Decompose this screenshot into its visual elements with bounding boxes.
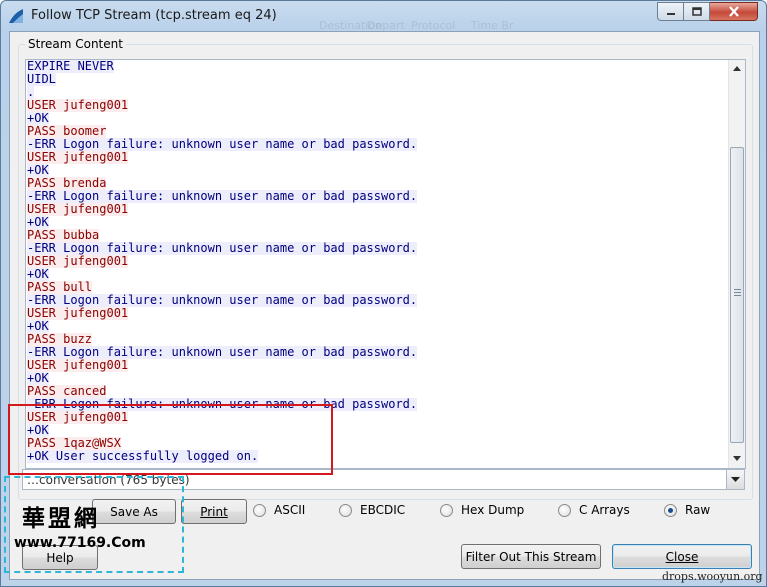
close-icon — [728, 6, 739, 17]
chevron-down-icon — [731, 477, 740, 482]
format-label: ASCII — [274, 503, 306, 517]
scrollbar-thumb[interactable] — [730, 147, 744, 443]
client-stream-line: USER jufeng001 — [26, 151, 728, 164]
filter-out-label: Filter Out This Stream — [465, 549, 597, 564]
print-button[interactable]: Print — [181, 499, 247, 524]
close-button[interactable]: Close — [612, 544, 752, 569]
stream-lines: EXPIRE NEVER UIDL. USER jufeng001 +OK PASS b… — [26, 60, 728, 463]
client-stream-line: USER jufeng001 — [26, 203, 728, 216]
title-bar[interactable]: Follow TCP Stream (tcp.stream eq 24) Des… — [1, 1, 767, 32]
server-stream-line: . — [26, 86, 728, 99]
maximize-button[interactable] — [684, 2, 710, 21]
window-controls — [657, 2, 760, 21]
server-stream-line: UIDL — [26, 73, 728, 86]
filter-out-stream-button[interactable]: Filter Out This Stream — [461, 544, 601, 569]
radio-indicator — [339, 503, 352, 517]
maximize-icon — [691, 7, 702, 16]
format-radio-raw[interactable]: Raw — [664, 502, 710, 518]
server-stream-line: +OK — [26, 320, 728, 333]
server-stream-line: +OK — [26, 216, 728, 229]
close-window-button[interactable] — [710, 2, 758, 21]
grip-line — [734, 289, 741, 290]
server-stream-line: +OK — [26, 164, 728, 177]
watermark-logo: 華盟網 — [22, 505, 100, 532]
radio-indicator — [440, 503, 453, 517]
server-stream-line: -ERR Logon failure: unknown user name or… — [26, 190, 728, 203]
scroll-up-button[interactable] — [729, 60, 745, 77]
watermark-url: www.77169.Com — [14, 535, 146, 551]
scroll-down-button[interactable] — [729, 450, 745, 467]
format-radio-hex-dump[interactable]: Hex Dump — [440, 502, 524, 518]
format-radio-ebcdic[interactable]: EBCDIC — [339, 502, 405, 518]
window-title: Follow TCP Stream (tcp.stream eq 24) — [31, 8, 277, 23]
radio-indicator-selected — [664, 503, 677, 517]
minimize-button[interactable] — [657, 2, 684, 21]
format-radio-c-arrays[interactable]: C Arrays — [558, 502, 630, 518]
client-stream-line: USER jufeng001 — [26, 359, 728, 372]
client-stream-line: USER jufeng001 — [26, 307, 728, 320]
dropdown-button[interactable] — [726, 470, 744, 489]
format-label: Hex Dump — [461, 503, 525, 517]
server-stream-line: +OK — [26, 268, 728, 281]
source-credit: drops.wooyun.org — [662, 570, 763, 583]
server-stream-line: -ERR Logon failure: unknown user name or… — [26, 294, 728, 307]
server-stream-line: +OK — [26, 112, 728, 125]
server-stream-line: +OK — [26, 372, 728, 385]
server-stream-line: -ERR Logon failure: unknown user name or… — [26, 242, 728, 255]
close-label: Close — [665, 549, 699, 564]
server-stream-line: -ERR Logon failure: unknown user name or… — [26, 138, 728, 151]
client-stream-line: USER jufeng001 — [26, 99, 728, 112]
minimize-icon — [666, 12, 675, 15]
client-stream-line: USER jufeng001 — [26, 255, 728, 268]
radio-indicator — [253, 503, 266, 517]
format-radio-ascii[interactable]: ASCII — [253, 502, 305, 518]
print-label: Print — [200, 504, 228, 519]
format-label: Raw — [685, 503, 711, 517]
arrow-up-icon — [733, 66, 741, 71]
stream-content-label: Stream Content — [25, 37, 126, 51]
format-label: EBCDIC — [360, 503, 406, 517]
wireshark-fin-icon — [7, 7, 25, 25]
format-label: C Arrays — [579, 503, 630, 517]
server-stream-line: -ERR Logon failure: unknown user name or… — [26, 346, 728, 359]
arrow-down-icon — [733, 456, 741, 461]
highlight-box — [8, 404, 333, 475]
grip-line — [734, 295, 741, 296]
radio-indicator — [558, 503, 571, 517]
server-stream-line: EXPIRE NEVER — [26, 60, 728, 73]
grip-line — [734, 292, 741, 293]
vertical-scrollbar[interactable] — [728, 60, 745, 468]
